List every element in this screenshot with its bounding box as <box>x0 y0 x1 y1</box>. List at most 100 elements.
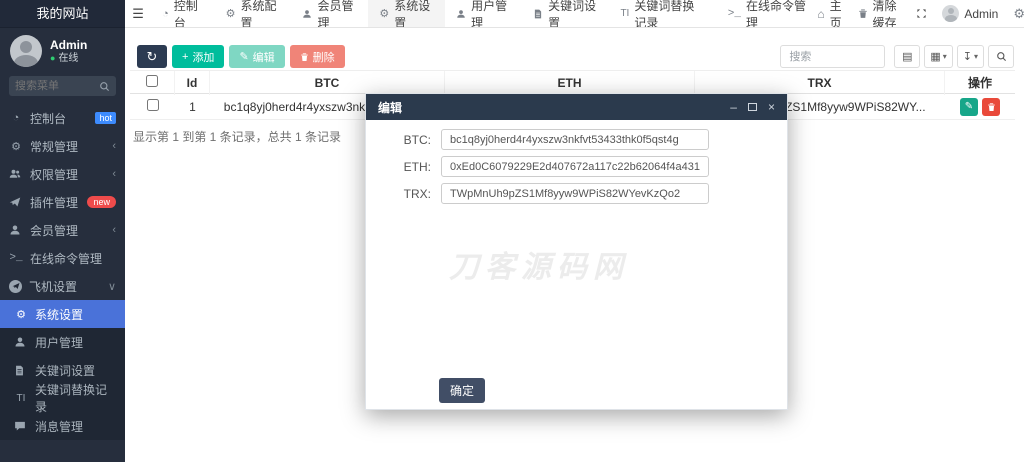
refresh-button[interactable]: ↻ <box>137 45 167 68</box>
submenu-item-user-management[interactable]: 用户管理 <box>0 328 125 356</box>
submenu-item-label: 系统设置 <box>35 307 84 322</box>
submenu-item-keyword-replace-log[interactable]: TI 关键词替换记录 <box>0 383 125 414</box>
home-link[interactable]: ⌂ 主页 <box>817 0 842 28</box>
site-title: 我的网站 <box>0 0 125 28</box>
user-icon <box>9 224 23 236</box>
btc-field-input[interactable] <box>441 129 709 150</box>
home-label: 主页 <box>829 0 842 28</box>
table-search-input[interactable] <box>780 45 886 68</box>
submenu-item-system-settings[interactable]: ⚙ 系统设置 <box>0 300 125 328</box>
delete-button[interactable]: 删除 <box>289 45 345 68</box>
expand-icon <box>916 8 927 19</box>
pagination-toggle-button[interactable]: ▤ <box>894 45 921 68</box>
row-delete-button[interactable] <box>982 97 1000 116</box>
cell-actions: ✎ <box>945 97 1015 116</box>
tab-keyword-settings[interactable]: 关键词设置 <box>522 0 609 27</box>
sidebar: 我的网站 Admin ●在线 ◔ 控制台 hot ⚙ 常规管理 ‹ <box>0 0 125 462</box>
tab-user-management[interactable]: 用户管理 <box>445 0 522 27</box>
sidebar-item-permissions[interactable]: 权限管理 ‹ <box>0 160 125 188</box>
tab-label: 在线命令管理 <box>745 0 806 28</box>
sidebar-item-dashboard[interactable]: ◔ 控制台 hot <box>0 104 125 132</box>
sidebar-item-label: 权限管理 <box>30 167 79 182</box>
field-row-trx: TRX: <box>366 183 787 204</box>
sidebar-item-label: 会员管理 <box>30 223 79 238</box>
tab-system-settings[interactable]: ⚙ 系统设置 <box>368 0 446 28</box>
modal-window-controls: – × <box>730 101 775 113</box>
field-row-btc: BTC: <box>366 129 787 150</box>
tab-label: 系统设置 <box>394 0 431 28</box>
fullscreen-button[interactable] <box>916 8 927 19</box>
col-header-id: Id <box>175 71 210 95</box>
sidebar-item-telegram-settings[interactable]: 飞机设置 ∨ <box>0 272 125 300</box>
chevron-down-icon: ∨ <box>107 280 116 293</box>
edit-button[interactable]: ✎ 编辑 <box>229 45 285 68</box>
chevron-left-icon: ‹ <box>112 140 116 152</box>
col-header-actions: 操作 <box>967 76 992 90</box>
tab-label: 控制台 <box>173 0 198 28</box>
submenu-item-label: 关键词设置 <box>35 363 96 378</box>
sidebar-search-input[interactable] <box>15 80 99 92</box>
record-summary: 显示第 1 到第 1 条记录，总共 1 条记录 <box>133 130 342 144</box>
col-header-eth: ETH <box>445 71 695 95</box>
sidebar-item-online-commands[interactable]: >_ 在线命令管理 <box>0 244 125 272</box>
clear-cache-label: 清除缓存 <box>872 0 897 28</box>
avatar <box>10 35 42 67</box>
eth-field-input[interactable] <box>441 156 709 177</box>
search-button[interactable] <box>988 45 1014 68</box>
home-icon: ⌂ <box>817 6 825 21</box>
submenu-item-keyword-settings[interactable]: 关键词设置 <box>0 356 125 384</box>
export-button[interactable]: ↧ ▾ <box>956 45 984 68</box>
hamburger-icon[interactable]: ☰ <box>125 0 151 27</box>
table-toolbar-right: ▤ ▦▾ ↧▾ <box>780 45 1014 68</box>
select-all-checkbox[interactable] <box>146 75 158 87</box>
restore-icon[interactable] <box>747 103 757 111</box>
chevron-left-icon: ‹ <box>112 168 116 180</box>
confirm-button[interactable]: 确定 <box>439 378 486 403</box>
sidebar-item-label: 常规管理 <box>30 139 79 154</box>
sidebar-search[interactable] <box>9 76 116 96</box>
trash-icon <box>858 8 868 19</box>
trash-icon <box>987 102 996 112</box>
user-status: ● 在线 <box>50 52 79 64</box>
card-icon: ▤ <box>902 51 913 63</box>
sidebar-item-label: 飞机设置 <box>29 279 78 294</box>
minimize-icon[interactable]: – <box>730 101 737 113</box>
tab-members[interactable]: 会员管理 <box>291 0 368 27</box>
columns-button[interactable]: ▦ ▾ <box>924 45 953 68</box>
sidebar-item-label: 插件管理 <box>30 195 79 210</box>
tab-system-config[interactable]: ⚙ 系统配置 <box>215 0 292 27</box>
sidebar-menu: ◔ 控制台 hot ⚙ 常规管理 ‹ 权限管理 ‹ 插件管理 new 会员管理 … <box>0 104 125 440</box>
add-label: 添加 <box>192 51 215 64</box>
gear-icon: ⚙ <box>225 8 236 20</box>
add-button[interactable]: + 添加 <box>172 45 225 68</box>
sidebar-submenu: ⚙ 系统设置 用户管理 关键词设置 TI 关键词替换记录 消息管理 <box>0 300 125 440</box>
sidebar-item-general[interactable]: ⚙ 常规管理 ‹ <box>0 132 125 160</box>
navbar-user-label: Admin <box>964 6 999 21</box>
cogs-icon[interactable]: ⚙ <box>1013 6 1024 22</box>
modal-header[interactable]: 编辑 – × <box>366 94 787 120</box>
tab-dashboard[interactable]: ◔ 控制台 <box>151 0 215 27</box>
user-name: Admin <box>50 37 88 52</box>
user-panel: Admin ● 在线 <box>0 28 125 73</box>
close-icon[interactable]: × <box>768 101 775 113</box>
chevron-left-icon: ‹ <box>112 224 116 236</box>
trx-field-input[interactable] <box>441 183 709 204</box>
tab-keyword-replace-log[interactable]: TI 关键词替换记录 <box>609 0 716 27</box>
page: 我的网站 Admin ●在线 ◔ 控制台 hot ⚙ 常规管理 ‹ <box>0 0 1024 462</box>
col-header-trx: TRX <box>695 71 945 95</box>
row-edit-button[interactable]: ✎ <box>960 97 978 116</box>
field-row-eth: ETH: <box>366 156 787 177</box>
clear-cache-link[interactable]: 清除缓存 <box>858 0 902 28</box>
sidebar-item-plugins[interactable]: 插件管理 new <box>0 188 125 216</box>
sidebar-item-members[interactable]: 会员管理 ‹ <box>0 216 125 244</box>
eth-field-label: ETH: <box>403 159 431 174</box>
user-menu[interactable]: Admin <box>942 5 998 22</box>
submenu-item-message-management[interactable]: 消息管理 <box>0 412 125 440</box>
caret-down-icon: ▾ <box>973 52 978 61</box>
tab-online-commands[interactable]: >_ 在线命令管理 <box>717 0 818 27</box>
watermark: 刀客源码网 <box>449 251 629 284</box>
tab-label: 关键词设置 <box>548 0 597 28</box>
delete-label: 删除 <box>312 51 335 64</box>
cogs-icon: ⚙ <box>11 140 21 153</box>
row-checkbox[interactable] <box>146 99 159 111</box>
